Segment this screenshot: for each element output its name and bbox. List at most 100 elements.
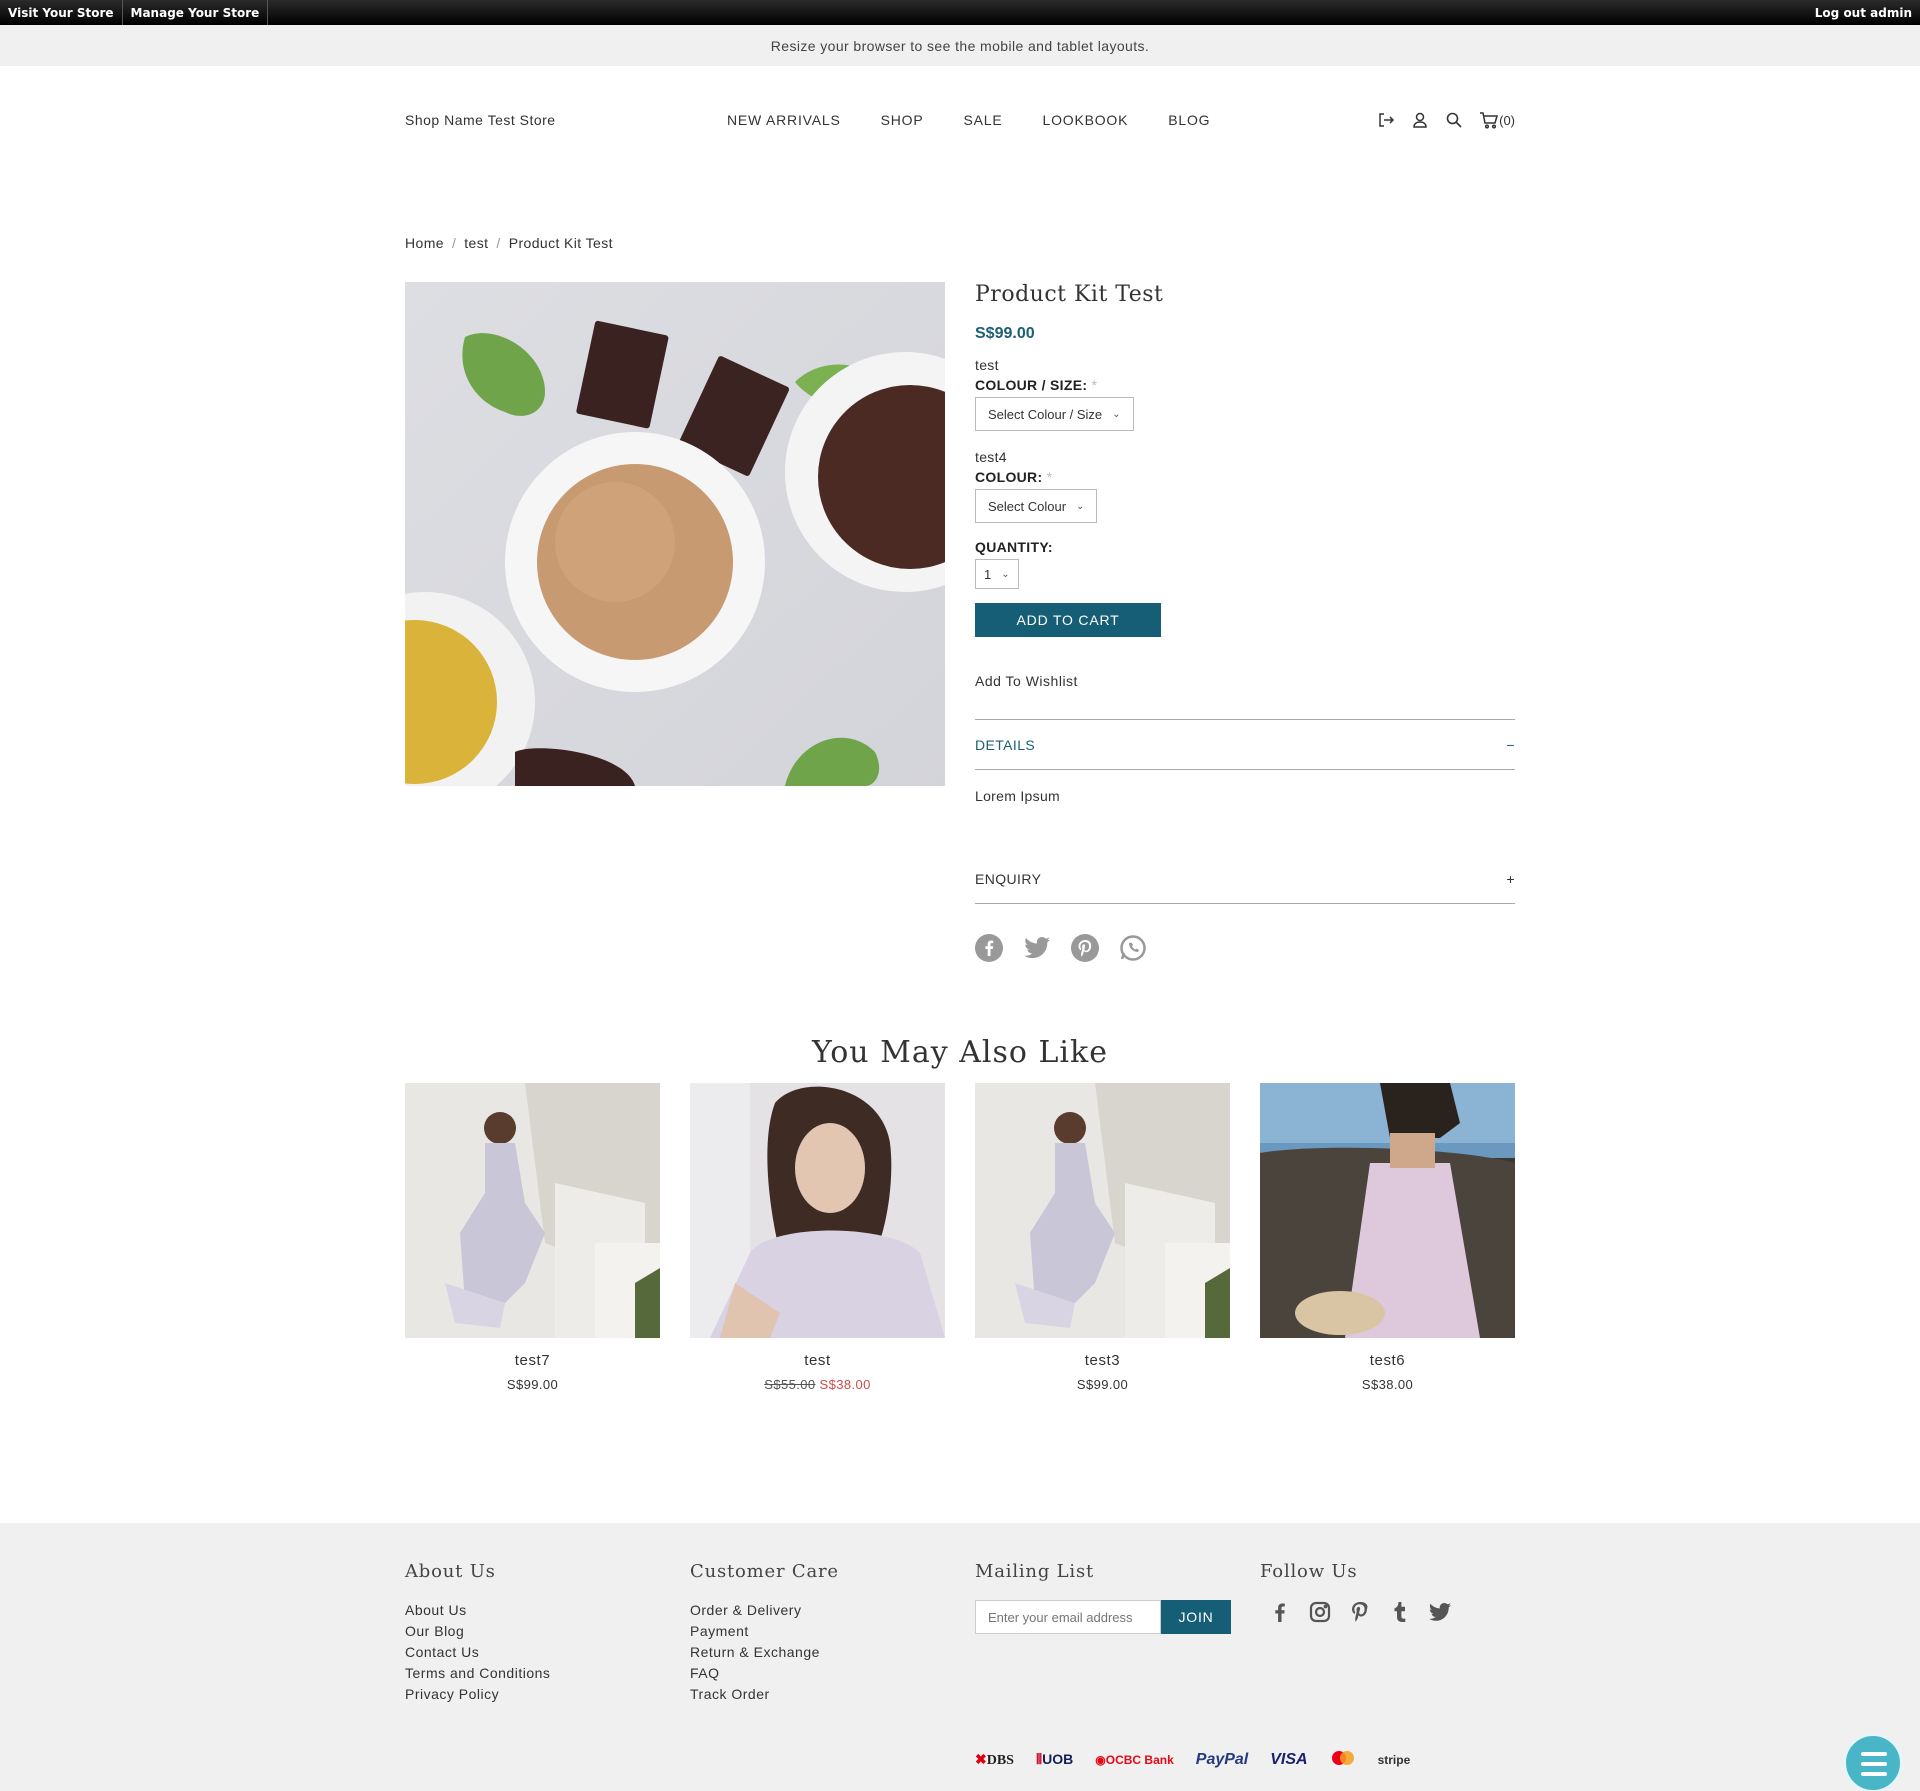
search-icon[interactable] bbox=[1445, 111, 1463, 129]
quantity-value: 1 bbox=[984, 566, 992, 582]
product-accordion: DETAILS − Lorem Ipsum ENQUIRY + bbox=[975, 719, 1515, 904]
product-price: S$55.00 S$38.00 bbox=[690, 1377, 945, 1392]
chevron-down-icon: ⌄ bbox=[1076, 500, 1085, 512]
ocbc-logo: ◉OCBC Bank bbox=[1095, 1752, 1174, 1767]
colour-size-select-value: Select Colour / Size bbox=[988, 406, 1103, 422]
option1-label: COLOUR / SIZE: * bbox=[975, 377, 1098, 393]
visa-logo: VISA bbox=[1270, 1750, 1308, 1768]
main-nav: NEW ARRIVALS SHOP SALE LOOKBOOK BLOG bbox=[727, 112, 1250, 128]
footer-link-privacy[interactable]: Privacy Policy bbox=[405, 1684, 550, 1705]
option2-name: test4 bbox=[975, 449, 1007, 465]
payment-logos: ✖DBS ⦀UOB ◉OCBC Bank PayPal VISA stripe bbox=[975, 1750, 1410, 1769]
site-header: Shop Name Test Store NEW ARRIVALS SHOP S… bbox=[405, 66, 1515, 174]
details-label: DETAILS bbox=[975, 736, 1036, 753]
footer-about-title: About Us bbox=[405, 1561, 496, 1582]
product-price: S$99.00 bbox=[1076, 1377, 1129, 1392]
breadcrumb-category[interactable]: test bbox=[464, 235, 488, 251]
facebook-icon[interactable] bbox=[1268, 1600, 1292, 1624]
admin-bar: Visit Your Store Manage Your Store Log o… bbox=[0, 0, 1920, 25]
footer-link-payment[interactable]: Payment bbox=[690, 1621, 839, 1642]
breadcrumb-current: Product Kit Test bbox=[508, 235, 613, 251]
details-body: Lorem Ipsum bbox=[975, 788, 1060, 804]
related-products: test7 S$99.00 test S$55.00 S$38.00 test3 … bbox=[405, 1083, 1515, 1392]
footer-link-terms[interactable]: Terms and Conditions bbox=[405, 1663, 550, 1684]
product-name[interactable]: test bbox=[690, 1352, 945, 1369]
product-card[interactable]: test6 S$38.00 bbox=[1260, 1083, 1515, 1392]
product-price: S$99.00 bbox=[506, 1377, 559, 1392]
product-photo[interactable] bbox=[405, 1083, 660, 1338]
visit-store-link[interactable]: Visit Your Store bbox=[0, 0, 123, 25]
add-to-cart-button[interactable]: ADD TO CART bbox=[975, 603, 1161, 637]
logout-icon[interactable] bbox=[1377, 111, 1395, 129]
quantity-label: QUANTITY: bbox=[975, 539, 1053, 555]
product-title: Product Kit Test bbox=[975, 282, 1164, 307]
share-icons bbox=[975, 934, 1515, 962]
details-toggle[interactable]: DETAILS − bbox=[975, 720, 1515, 770]
colour-size-select[interactable]: Select Colour / Size ⌄ bbox=[975, 397, 1134, 431]
product-card[interactable]: test7 S$99.00 bbox=[405, 1083, 660, 1392]
tumblr-icon[interactable] bbox=[1388, 1600, 1412, 1624]
instagram-icon[interactable] bbox=[1308, 1600, 1332, 1624]
product-photo[interactable] bbox=[975, 1083, 1230, 1338]
user-icon[interactable] bbox=[1411, 111, 1429, 129]
breadcrumb-home[interactable]: Home bbox=[405, 235, 444, 251]
footer-link-contact[interactable]: Contact Us bbox=[405, 1642, 550, 1663]
footer-care-title: Customer Care bbox=[690, 1561, 839, 1582]
facebook-icon[interactable] bbox=[975, 934, 1003, 962]
product-image[interactable] bbox=[405, 282, 945, 786]
footer-link-delivery[interactable]: Order & Delivery bbox=[690, 1600, 839, 1621]
product-card[interactable]: test S$55.00 S$38.00 bbox=[690, 1083, 945, 1392]
product-name[interactable]: test3 bbox=[975, 1352, 1230, 1369]
footer-about: About Us About Us Our Blog Contact Us Te… bbox=[405, 1561, 550, 1705]
quantity-select[interactable]: 1 ⌄ bbox=[975, 559, 1019, 589]
colour-select-value: Select Colour bbox=[988, 498, 1067, 514]
nav-lookbook[interactable]: LOOKBOOK bbox=[1042, 112, 1128, 128]
footer-link-returns[interactable]: Return & Exchange bbox=[690, 1642, 839, 1663]
footer-link-blog[interactable]: Our Blog bbox=[405, 1621, 550, 1642]
stripe-logo: stripe bbox=[1377, 1752, 1411, 1767]
nav-new-arrivals[interactable]: NEW ARRIVALS bbox=[727, 112, 841, 128]
shop-name-logo[interactable]: Shop Name Test Store bbox=[405, 112, 725, 128]
enquiry-toggle[interactable]: ENQUIRY + bbox=[975, 854, 1515, 904]
cart-icon bbox=[1480, 112, 1499, 129]
join-button[interactable]: JOIN bbox=[1161, 1600, 1231, 1634]
header-icons: (0) bbox=[1377, 66, 1515, 174]
footer-link-about[interactable]: About Us bbox=[405, 1600, 550, 1621]
nav-blog[interactable]: BLOG bbox=[1168, 112, 1210, 128]
nav-sale[interactable]: SALE bbox=[963, 112, 1002, 128]
footer-link-faq[interactable]: FAQ bbox=[690, 1663, 839, 1684]
product-price: S$38.00 bbox=[1361, 1377, 1414, 1392]
dbs-logo: ✖DBS bbox=[975, 1750, 1014, 1768]
product-photo[interactable] bbox=[690, 1083, 945, 1338]
add-to-wishlist-link[interactable]: Add To Wishlist bbox=[975, 673, 1515, 689]
pinterest-icon[interactable] bbox=[1071, 934, 1099, 962]
required-mark: * bbox=[1091, 377, 1098, 393]
product-photo[interactable] bbox=[1260, 1083, 1515, 1338]
footer-link-track[interactable]: Track Order bbox=[690, 1684, 839, 1705]
footer-care: Customer Care Order & Delivery Payment R… bbox=[690, 1561, 839, 1705]
product-name[interactable]: test7 bbox=[405, 1352, 660, 1369]
logout-link[interactable]: Log out admin bbox=[1807, 6, 1920, 20]
nav-shop[interactable]: SHOP bbox=[881, 112, 924, 128]
option1-name: test bbox=[975, 357, 999, 373]
manage-store-link[interactable]: Manage Your Store bbox=[123, 0, 269, 25]
product-card[interactable]: test3 S$99.00 bbox=[975, 1083, 1230, 1392]
email-input[interactable] bbox=[975, 1600, 1161, 1634]
chevron-down-icon: ⌄ bbox=[1001, 568, 1010, 580]
twitter-icon[interactable] bbox=[1428, 1600, 1452, 1624]
cart-button[interactable]: (0) bbox=[1479, 111, 1515, 129]
product-name[interactable]: test6 bbox=[1260, 1352, 1515, 1369]
chat-menu-button[interactable] bbox=[1843, 1733, 1903, 1791]
product-price: S$99.00 bbox=[975, 325, 1035, 342]
pinterest-icon[interactable] bbox=[1348, 1600, 1372, 1624]
colour-select[interactable]: Select Colour ⌄ bbox=[975, 489, 1098, 523]
plus-icon: + bbox=[1506, 870, 1515, 887]
twitter-icon[interactable] bbox=[1023, 934, 1051, 962]
footer-follow-title: Follow Us bbox=[1260, 1561, 1358, 1582]
cart-count: (0) bbox=[1499, 112, 1515, 128]
paypal-logo: PayPal bbox=[1195, 1750, 1249, 1768]
breadcrumb: Home / test / Product Kit Test bbox=[405, 235, 613, 251]
whatsapp-icon[interactable] bbox=[1119, 934, 1147, 962]
uob-logo: ⦀UOB bbox=[1035, 1751, 1074, 1767]
footer-mailing: Mailing List JOIN bbox=[975, 1561, 1231, 1634]
